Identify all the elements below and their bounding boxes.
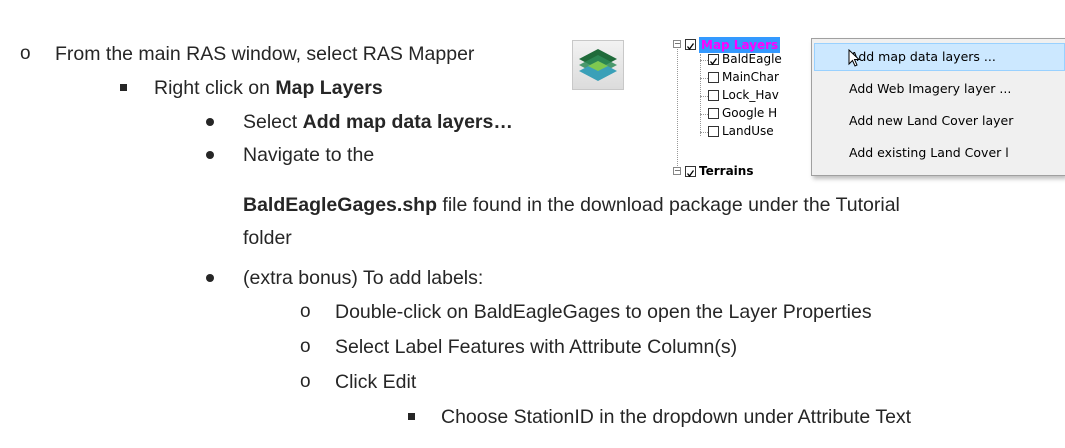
instruction-step-1: From the main RAS window, select RAS Map…: [55, 43, 475, 65]
instruction-step-4a: Navigate to the: [243, 144, 375, 166]
square-bullet: [408, 413, 415, 420]
tree-node-terrains[interactable]: Terrains: [699, 163, 753, 179]
tree-line: [700, 60, 708, 61]
square-bullet: [120, 84, 127, 91]
collapse-icon[interactable]: −: [673, 40, 681, 48]
checkbox-checked[interactable]: [708, 54, 719, 66]
tree-child-label: Google H: [722, 106, 778, 120]
tree-line: [700, 114, 708, 115]
step-3-text: Select: [243, 111, 303, 133]
bullet-o-marker: o: [300, 301, 311, 322]
dot-bullet: [206, 274, 214, 282]
collapse-icon[interactable]: −: [673, 167, 681, 175]
terrains-checkbox[interactable]: [685, 166, 696, 178]
checkbox-unchecked[interactable]: [708, 108, 719, 119]
menu-item-add-new-land-cover[interactable]: Add new Land Cover layer: [814, 107, 1065, 135]
instruction-step-5: (extra bonus) To add labels:: [243, 267, 484, 289]
instruction-step-3: Select Add map data layers…: [243, 110, 513, 134]
checkbox-unchecked[interactable]: [708, 126, 719, 137]
tree-child-label: BaldEagle: [722, 52, 782, 66]
checkbox-unchecked[interactable]: [708, 90, 719, 101]
tree-line: [700, 54, 701, 136]
checkbox-unchecked[interactable]: [708, 72, 719, 83]
tree-child-label: MainChar: [722, 70, 779, 84]
tree-child-label: Lock_Hav: [722, 88, 779, 102]
bullet-o-marker: o: [300, 371, 311, 392]
sub-step-2: Select Label Features with Attribute Col…: [335, 336, 738, 358]
sub-step-1: Double-click on BaldEagleGages to open t…: [335, 301, 872, 323]
add-map-data-layers-bold: Add map data layers…: [302, 111, 513, 133]
bullet-o-marker: o: [20, 43, 31, 64]
menu-item-add-existing-land-cover[interactable]: Add existing Land Cover l: [814, 139, 1065, 167]
instruction-step-2: Right click on Map Layers: [154, 76, 383, 100]
ras-mapper-icon[interactable]: [572, 40, 624, 90]
step-4-text: file found in the download package under…: [436, 194, 900, 216]
bullet-o-marker: o: [300, 336, 311, 357]
tree-line: [677, 46, 678, 170]
tree-line: [700, 132, 708, 133]
dot-bullet: [206, 151, 214, 159]
cursor-arrow-icon: [848, 48, 862, 70]
shapefile-name-bold: BaldEagleGages.shp: [243, 194, 437, 216]
menu-item-add-web-imagery[interactable]: Add Web Imagery layer ...: [814, 75, 1065, 103]
tree-child-label: LandUse: [722, 124, 774, 138]
step-2-text: Right click on: [154, 77, 276, 99]
map-layers-bold: Map Layers: [275, 77, 383, 99]
context-menu: Add map data layers ... Add Web Imagery …: [811, 38, 1065, 176]
tree-line: [700, 78, 708, 79]
sub-sub-step-1: Choose StationID in the dropdown under A…: [441, 406, 912, 428]
instruction-step-4c: folder: [243, 227, 292, 249]
instruction-step-4b: BaldEagleGages.shp file found in the dow…: [243, 193, 900, 217]
tree-line: [700, 96, 708, 97]
map-layers-checkbox[interactable]: [685, 39, 696, 51]
dot-bullet: [206, 118, 214, 126]
sub-step-3: Click Edit: [335, 371, 417, 393]
